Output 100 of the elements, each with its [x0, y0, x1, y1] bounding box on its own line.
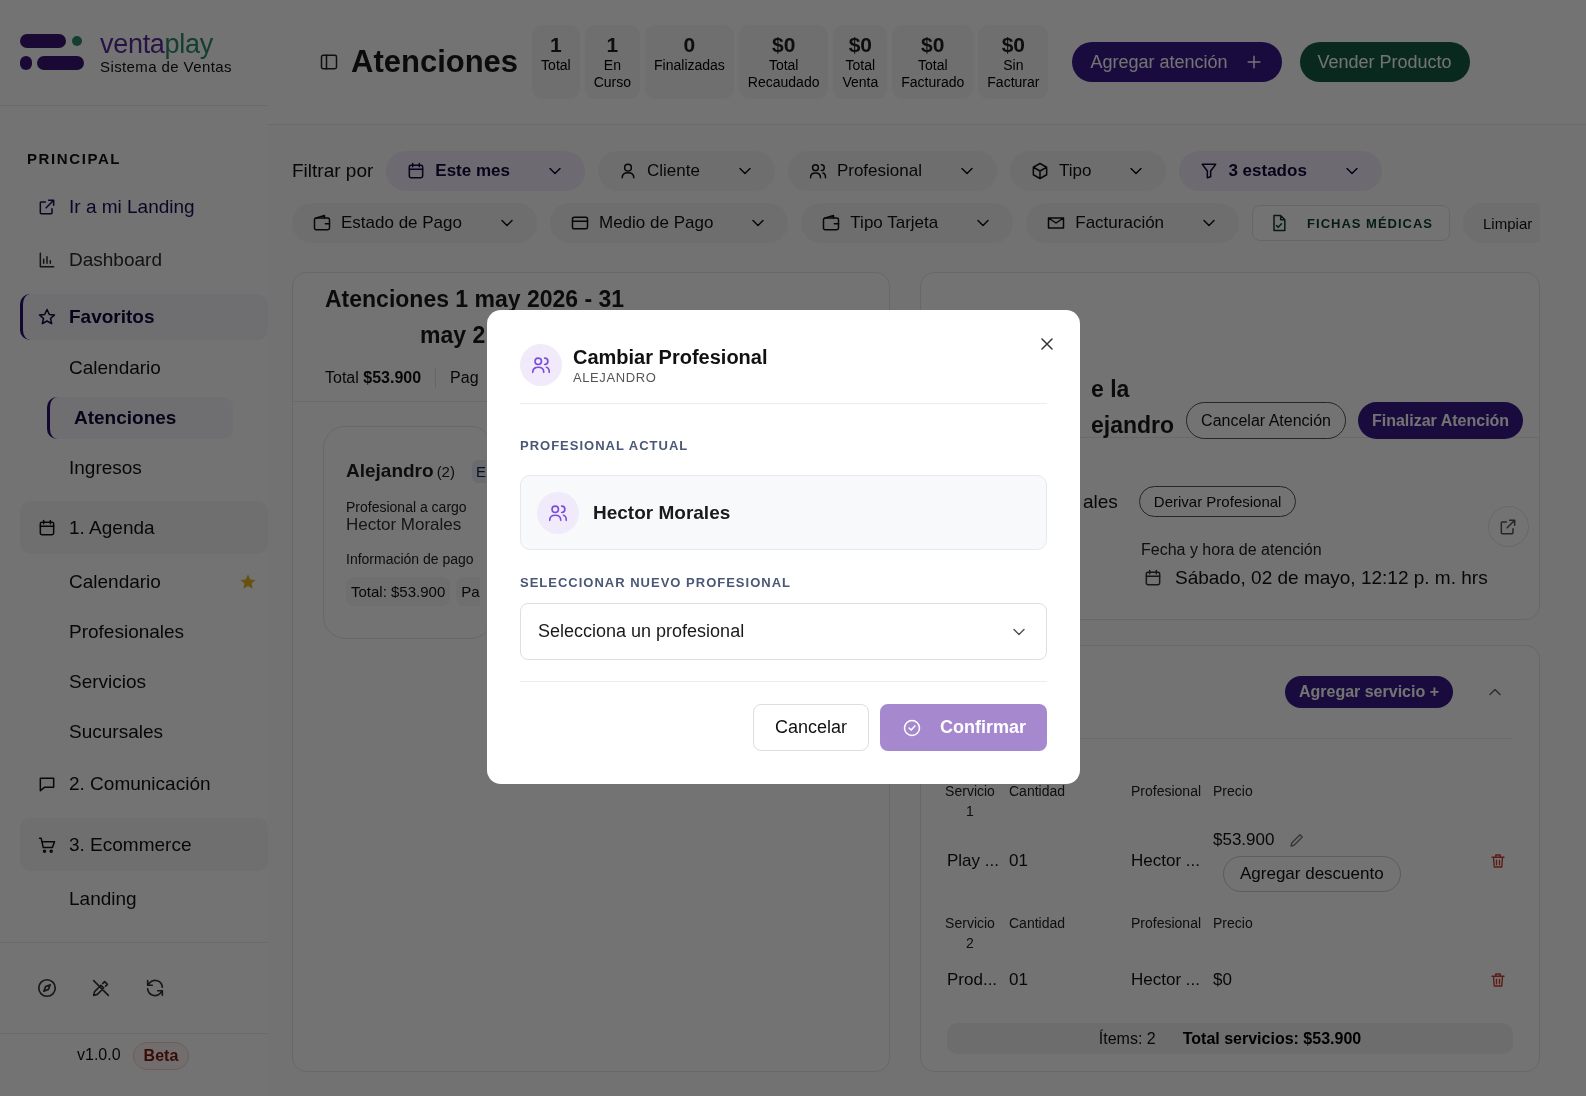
stat-label: Sin Facturar: [987, 57, 1040, 91]
sidebar-item[interactable]: 1. Agenda: [20, 501, 268, 554]
column-header: Servicio: [945, 914, 995, 933]
filter-button[interactable]: Limpiar: [1463, 203, 1540, 243]
cancel-button[interactable]: Cancelar Atención: [1186, 402, 1346, 439]
sidebar-subitem[interactable]: Sucursales: [20, 707, 268, 757]
filter-dropdown[interactable]: Facturación: [1026, 203, 1240, 243]
stat-value: $0: [921, 33, 945, 57]
client-count: (2): [436, 462, 455, 480]
wallet-icon: [312, 213, 332, 233]
stat-label: Total: [541, 57, 571, 74]
sidebar-item[interactable]: Favoritos: [20, 294, 268, 340]
discount-button[interactable]: Agregar descuento: [1223, 856, 1401, 892]
table-cell-text: Prod...: [947, 970, 999, 990]
sidebar-item[interactable]: 2. Comunicación: [20, 757, 268, 810]
filter-dropdown[interactable]: Tipo: [1009, 151, 1167, 191]
table-cell-text: Hector ...: [1131, 970, 1201, 990]
filter-dropdown[interactable]: Tipo Tarjeta: [801, 203, 1014, 243]
status-badge: E: [471, 459, 486, 483]
price-text: $53.900: [1213, 830, 1275, 850]
filter-dropdown[interactable]: Medio de Pago: [550, 203, 789, 243]
stat-label: Total Recaudado: [747, 57, 820, 91]
date-text: Sábado, 02 de mayo, 12:12 p. m. hrs: [1175, 567, 1488, 589]
sell-button[interactable]: Vender Producto: [1299, 42, 1470, 82]
table-cell-text: Hector ...: [1131, 851, 1201, 871]
credit-card-icon: [570, 213, 590, 233]
sidebar-subitem[interactable]: Calendario: [20, 557, 268, 607]
stat-value: $0: [1001, 33, 1026, 57]
tool-button[interactable]: [36, 977, 58, 999]
calendar-icon: [37, 517, 57, 538]
add-service-button[interactable]: Agregar servicio +: [1284, 676, 1453, 708]
filter-dropdown[interactable]: Estado de Pago: [292, 203, 537, 243]
cancel-button[interactable]: Cancelar: [752, 704, 869, 751]
sidebar-subitem[interactable]: Ingresos: [20, 443, 268, 493]
derive-button[interactable]: Derivar Profesional: [1138, 486, 1297, 517]
payment-chip: Pa: [456, 577, 480, 606]
stat-label: Finalizadas: [654, 57, 725, 74]
total-text: Total $53.900: [325, 369, 422, 387]
filter-dropdown[interactable]: Este mes: [386, 151, 585, 191]
panel-title: ejandro: [1091, 411, 1175, 440]
sidebar-subitem[interactable]: Calendario: [20, 343, 268, 393]
brand-mark-icon: [20, 33, 84, 72]
finish-button[interactable]: Finalizar Atención: [1357, 402, 1524, 439]
tool-button[interactable]: [90, 977, 112, 999]
professional-name: ales: [1083, 490, 1118, 513]
field-label: PROFESIONAL ACTUAL: [520, 438, 690, 454]
paid-text: Pag: [450, 369, 479, 387]
add-button[interactable]: Agregar atención: [1072, 42, 1282, 82]
filter-dropdown[interactable]: Cliente: [597, 151, 775, 191]
column-header: Profesional: [1131, 914, 1203, 933]
sidebar-subitem[interactable]: Profesionales: [20, 607, 268, 657]
section-label: PRINCIPAL: [26, 150, 123, 168]
sidebar-subitem[interactable]: Servicios: [20, 657, 268, 707]
table-cell-text: 01: [1009, 851, 1029, 871]
panel-title: may 2: [420, 321, 486, 350]
stat-label: Total Facturado: [901, 57, 965, 91]
sidebar-subitem[interactable]: Landing: [20, 874, 268, 924]
filter-label: Filtrar por: [292, 160, 374, 182]
panel-title: Atenciones 1 may 2026 - 31: [325, 285, 625, 314]
column-header: Precio: [1213, 914, 1254, 933]
people-icon: [520, 344, 562, 386]
items-count: Ítems: 2: [1098, 1029, 1156, 1048]
sidebar-toggle-icon: [319, 52, 339, 72]
panel-title: e la: [1091, 375, 1130, 404]
sidebar-item[interactable]: Dashboard: [20, 233, 268, 286]
open-link-button[interactable]: [1487, 506, 1529, 547]
professional-select[interactable]: Selecciona un profesional: [520, 603, 1047, 660]
filter-dropdown[interactable]: 3 estados: [1179, 151, 1382, 191]
column-header: Cantidad: [1009, 782, 1067, 801]
stat-value: 0: [683, 33, 696, 57]
stat-label: En Curso: [593, 57, 632, 91]
services-total: Total servicios: $53.900: [1182, 1029, 1362, 1048]
sidebar-item[interactable]: 3. Ecommerce: [20, 818, 268, 871]
sidebar-subitem[interactable]: Atenciones: [47, 397, 233, 439]
sidebar-item[interactable]: Ir a mi Landing: [20, 180, 268, 233]
page-title: Atenciones: [351, 44, 519, 80]
version-text: v1.0.0: [77, 1046, 121, 1064]
payment-chip: Total: $53.900: [346, 577, 451, 606]
filter-button[interactable]: FICHAS MÉDICAS: [1252, 205, 1451, 241]
check-circle-icon: [902, 717, 922, 738]
column-header: Precio: [1213, 782, 1254, 801]
filter-dropdown[interactable]: Profesional: [787, 151, 997, 191]
field-label: Profesional a cargo: [346, 499, 468, 515]
tool-button[interactable]: [144, 977, 166, 999]
price-text: $0: [1213, 970, 1232, 990]
sidebar-toggle-button[interactable]: [319, 52, 339, 72]
table-cell-text: Play ...: [947, 851, 1000, 871]
people-icon: [537, 491, 579, 534]
row-number: 2: [966, 934, 974, 953]
client-name: Alejandro: [346, 460, 434, 482]
compass-icon: [36, 977, 58, 999]
star-icon: [37, 307, 57, 327]
trash-icon: [1489, 971, 1507, 989]
stat-value: $0: [848, 33, 873, 57]
people-icon: [807, 161, 828, 181]
beta-badge: Beta: [132, 1042, 190, 1070]
brand-name: ventaplay: [100, 30, 214, 58]
professional-name: Hector Morales: [346, 515, 463, 535]
stat-value: $0: [772, 33, 796, 57]
table-cell-text: 01: [1009, 970, 1029, 990]
